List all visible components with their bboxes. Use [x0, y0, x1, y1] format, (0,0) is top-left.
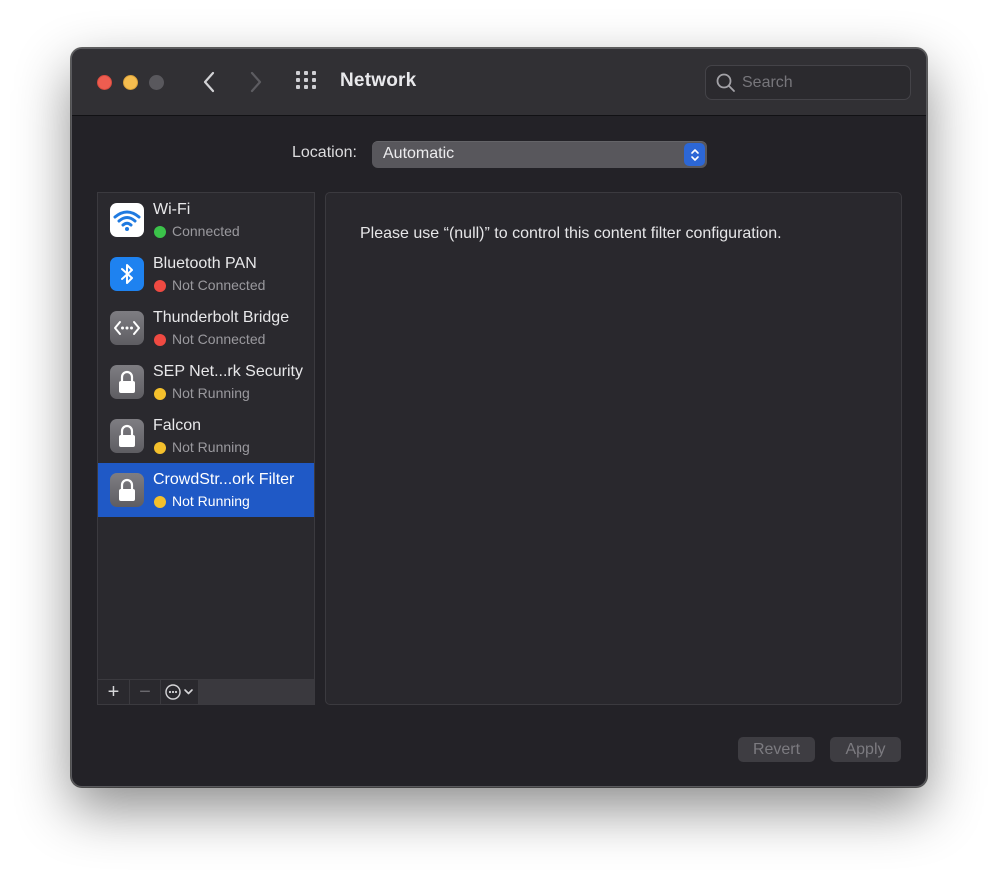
window-title: Network: [340, 70, 417, 91]
service-name: Bluetooth PAN: [153, 255, 257, 272]
lock-icon: [110, 419, 144, 453]
service-status: Not Running: [172, 385, 250, 401]
ellipsis-circle-icon: [164, 684, 193, 700]
service-name: CrowdStr...ork Filter: [153, 471, 295, 488]
lock-icon: [110, 365, 144, 399]
service-name: SEP Net...rk Security: [153, 363, 303, 380]
status-dot: [154, 334, 166, 346]
bluetooth-icon: [110, 257, 144, 291]
content-filter-message: Please use “(null)” to control this cont…: [360, 225, 782, 242]
apply-button[interactable]: Apply: [830, 737, 901, 762]
location-selected-value: Automatic: [383, 145, 455, 162]
forward-button[interactable]: [243, 69, 269, 95]
location-select[interactable]: Automatic: [372, 141, 707, 168]
chevron-left-icon: [203, 71, 215, 93]
service-name: Wi-Fi: [153, 201, 191, 218]
toolbar-spacer: [199, 680, 314, 704]
service-status: Not Running: [172, 439, 250, 455]
service-item-sep-network-security[interactable]: SEP Net...rk Security Not Running: [98, 355, 314, 409]
status-dot: [154, 226, 166, 238]
back-button[interactable]: [196, 69, 222, 95]
title-bar: Network: [72, 49, 926, 116]
show-all-grid-icon: [296, 71, 300, 75]
service-name: Falcon: [153, 417, 202, 434]
service-status: Connected: [172, 223, 240, 239]
service-item-bluetooth-pan[interactable]: Bluetooth PAN Not Connected: [98, 247, 314, 301]
network-preferences-window: Network Location: Automatic: [71, 48, 927, 787]
minimize-window-button[interactable]: [123, 75, 138, 90]
service-list: Wi-Fi Connected Bluetooth PAN Not Connec…: [97, 192, 315, 705]
show-all-button[interactable]: [296, 71, 320, 93]
status-dot: [154, 442, 166, 454]
thunderbolt-bridge-icon: [110, 311, 144, 345]
remove-service-button[interactable]: −: [130, 680, 161, 704]
close-window-button[interactable]: [97, 75, 112, 90]
chevron-right-icon: [250, 71, 262, 93]
search-icon: [716, 73, 735, 92]
wifi-icon: [110, 203, 144, 237]
service-status: Not Connected: [172, 331, 266, 347]
service-item-thunderbolt-bridge[interactable]: Thunderbolt Bridge Not Connected: [98, 301, 314, 355]
service-item-wifi[interactable]: Wi-Fi Connected: [98, 193, 314, 247]
service-status: Not Connected: [172, 277, 266, 293]
search-field[interactable]: [705, 65, 911, 100]
service-status: Not Running: [172, 493, 250, 509]
service-name: Thunderbolt Bridge: [153, 309, 290, 326]
add-service-button[interactable]: +: [98, 680, 130, 704]
status-dot: [154, 280, 166, 292]
detail-pane: Please use “(null)” to control this cont…: [325, 192, 902, 705]
lock-icon: [110, 473, 144, 507]
zoom-window-button[interactable]: [149, 75, 164, 90]
service-item-crowdstrike-network-filter[interactable]: CrowdStr...ork Filter Not Running: [98, 463, 314, 517]
location-label: Location:: [292, 144, 357, 161]
status-dot: [154, 388, 166, 400]
action-menu-button[interactable]: [161, 680, 199, 704]
select-arrows-icon: [684, 143, 705, 166]
revert-button[interactable]: Revert: [738, 737, 815, 762]
service-item-falcon[interactable]: Falcon Not Running: [98, 409, 314, 463]
search-input[interactable]: [742, 72, 902, 94]
service-list-toolbar: + −: [98, 679, 314, 704]
status-dot: [154, 496, 166, 508]
